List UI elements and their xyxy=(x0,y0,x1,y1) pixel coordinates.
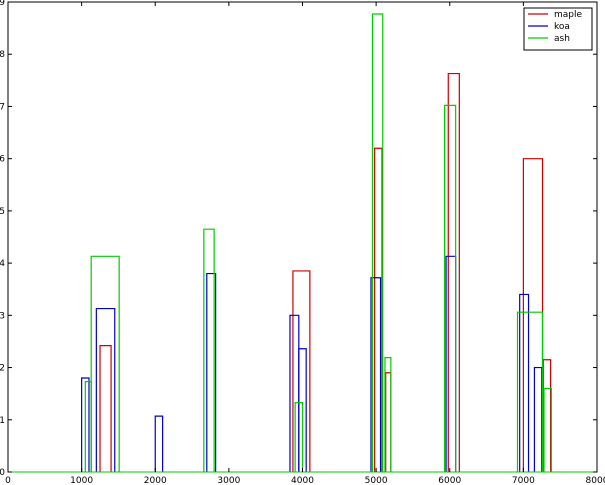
bar-koa-9 xyxy=(519,293,530,472)
bar-koa-2 xyxy=(95,307,116,472)
y-tick-label: 7 xyxy=(0,102,5,112)
x-tick-label: 4000 xyxy=(291,476,314,485)
bar-maple-6 xyxy=(522,158,544,472)
bar-koa-5 xyxy=(289,314,300,472)
bar-ash-1 xyxy=(84,381,92,472)
legend-label-koa: koa xyxy=(554,22,570,32)
y-tick-label: 1 xyxy=(0,416,5,426)
x-tick-label: 1000 xyxy=(70,476,93,485)
bar-ash-8 xyxy=(516,311,544,472)
bar-koa-3 xyxy=(154,415,164,472)
bar-ash-3 xyxy=(203,228,215,472)
bar-maple-5 xyxy=(447,72,460,472)
legend-label-maple: maple xyxy=(554,10,582,20)
legend: maple koa ash xyxy=(523,7,593,51)
bar-maple-4 xyxy=(385,372,392,472)
y-tick-label: 5 xyxy=(0,207,5,217)
y-tick-label: 0 xyxy=(0,468,5,478)
y-tick-label: 9 xyxy=(0,0,5,8)
y-tick-label: 2 xyxy=(0,364,5,374)
bar-ash-5 xyxy=(371,13,384,472)
x-tick-label: 2000 xyxy=(144,476,167,485)
x-tick-label: 7000 xyxy=(512,476,535,485)
bar-koa-10 xyxy=(533,366,543,472)
bar-maple-1 xyxy=(99,345,112,472)
y-tick-label: 4 xyxy=(0,259,5,269)
legend-label-ash: ash xyxy=(554,34,570,44)
x-tick-label: 0 xyxy=(5,476,11,485)
chart: 0 1000 2000 3000 4000 5000 6000 7000 8000 0 1 2 3 4 5… xyxy=(0,0,605,485)
x-tick-label: 6000 xyxy=(438,476,461,485)
y-tick-label: 8 xyxy=(0,50,5,60)
bar-koa-8 xyxy=(445,255,457,472)
plot-area xyxy=(7,1,598,473)
x-tick-label: 8000 xyxy=(586,476,605,485)
x-tick-label: 5000 xyxy=(365,476,388,485)
y-tick-label: 3 xyxy=(0,311,5,321)
y-tick-label: 6 xyxy=(0,155,5,165)
x-axis: 0 1000 2000 3000 4000 5000 6000 7000 8000 xyxy=(5,2,605,485)
x-tick-label: 3000 xyxy=(217,476,240,485)
